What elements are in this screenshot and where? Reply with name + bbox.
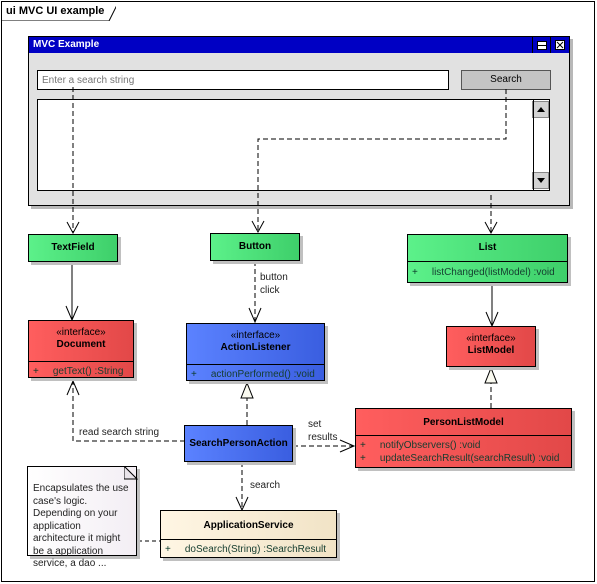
signature: notifyObservers() :void bbox=[379, 440, 481, 451]
operation: + listChanged(listModel) :void bbox=[412, 266, 563, 279]
label-set: set bbox=[308, 419, 322, 430]
visibility: + bbox=[165, 544, 171, 555]
class-searchpersonaction: SearchPersonAction bbox=[184, 425, 293, 462]
stereotype: «interface» bbox=[230, 330, 281, 341]
class-name: TextField bbox=[51, 242, 95, 253]
class-personlistmodel: PersonListModel + notifyObservers() :voi… bbox=[355, 408, 572, 468]
label-results: results bbox=[308, 432, 338, 443]
class-button: Button bbox=[210, 233, 300, 261]
label-button: button bbox=[260, 272, 288, 283]
interface-document: «interface» Document + getText() :String bbox=[28, 320, 134, 378]
operation: + doSearch(String) :SearchResult bbox=[165, 543, 332, 556]
class-name: Document bbox=[56, 339, 106, 350]
class-list: List + listChanged(listModel) :void bbox=[407, 234, 568, 283]
trace-button bbox=[257, 89, 507, 232]
operations: + getText() :String bbox=[29, 361, 133, 381]
visibility: + bbox=[412, 267, 418, 278]
class-textfield: TextField bbox=[28, 234, 118, 262]
class-applicationservice: ApplicationService + doSearch(String) :S… bbox=[160, 510, 337, 558]
signature: updateSearchResult(searchResult) :void bbox=[379, 453, 560, 464]
realization-head bbox=[484, 366, 498, 384]
visibility: + bbox=[33, 366, 39, 377]
stereotype: «interface» bbox=[466, 333, 516, 344]
visibility: + bbox=[360, 453, 366, 464]
interface-listmodel: «interface» ListModel bbox=[446, 326, 536, 367]
operation: + getText() :String bbox=[33, 365, 129, 378]
operation: + updateSearchResult(searchResult) :void bbox=[360, 452, 567, 465]
operations: + notifyObservers() :void + updateSearch… bbox=[356, 435, 571, 468]
label-click: click bbox=[260, 285, 280, 296]
class-name: Button bbox=[238, 241, 272, 252]
stereotype: «interface» bbox=[56, 327, 106, 338]
visibility: + bbox=[191, 369, 197, 380]
note-fold-icon bbox=[124, 466, 138, 480]
class-name: ApplicationService bbox=[203, 520, 294, 531]
signature: doSearch(String) :SearchResult bbox=[184, 544, 327, 555]
class-name: ActionListener bbox=[220, 342, 291, 353]
operations: + doSearch(String) :SearchResult bbox=[161, 539, 336, 559]
operations: + listChanged(listModel) :void bbox=[408, 261, 567, 282]
operation: + notifyObservers() :void bbox=[360, 439, 567, 452]
operations: + actionPerformed() :void bbox=[187, 364, 324, 384]
visibility: + bbox=[360, 440, 366, 451]
label-search: search bbox=[250, 480, 281, 491]
realization-head bbox=[240, 381, 254, 399]
signature: actionPerformed() :void bbox=[210, 369, 315, 380]
signature: getText() :String bbox=[52, 366, 124, 377]
class-name: List bbox=[478, 242, 497, 253]
operation: + actionPerformed() :void bbox=[191, 368, 320, 381]
signature: listChanged(listModel) :void bbox=[431, 267, 555, 278]
class-name: ListModel bbox=[467, 345, 515, 356]
class-name: PersonListModel bbox=[423, 417, 504, 428]
note: Encapsulates the use case's logic. Depen… bbox=[27, 466, 137, 569]
interface-actionlistener: «interface» ActionListener + actionPerfo… bbox=[186, 323, 325, 381]
class-name: SearchPersonAction bbox=[189, 438, 288, 449]
label-read-search-string: read search string bbox=[79, 427, 160, 438]
